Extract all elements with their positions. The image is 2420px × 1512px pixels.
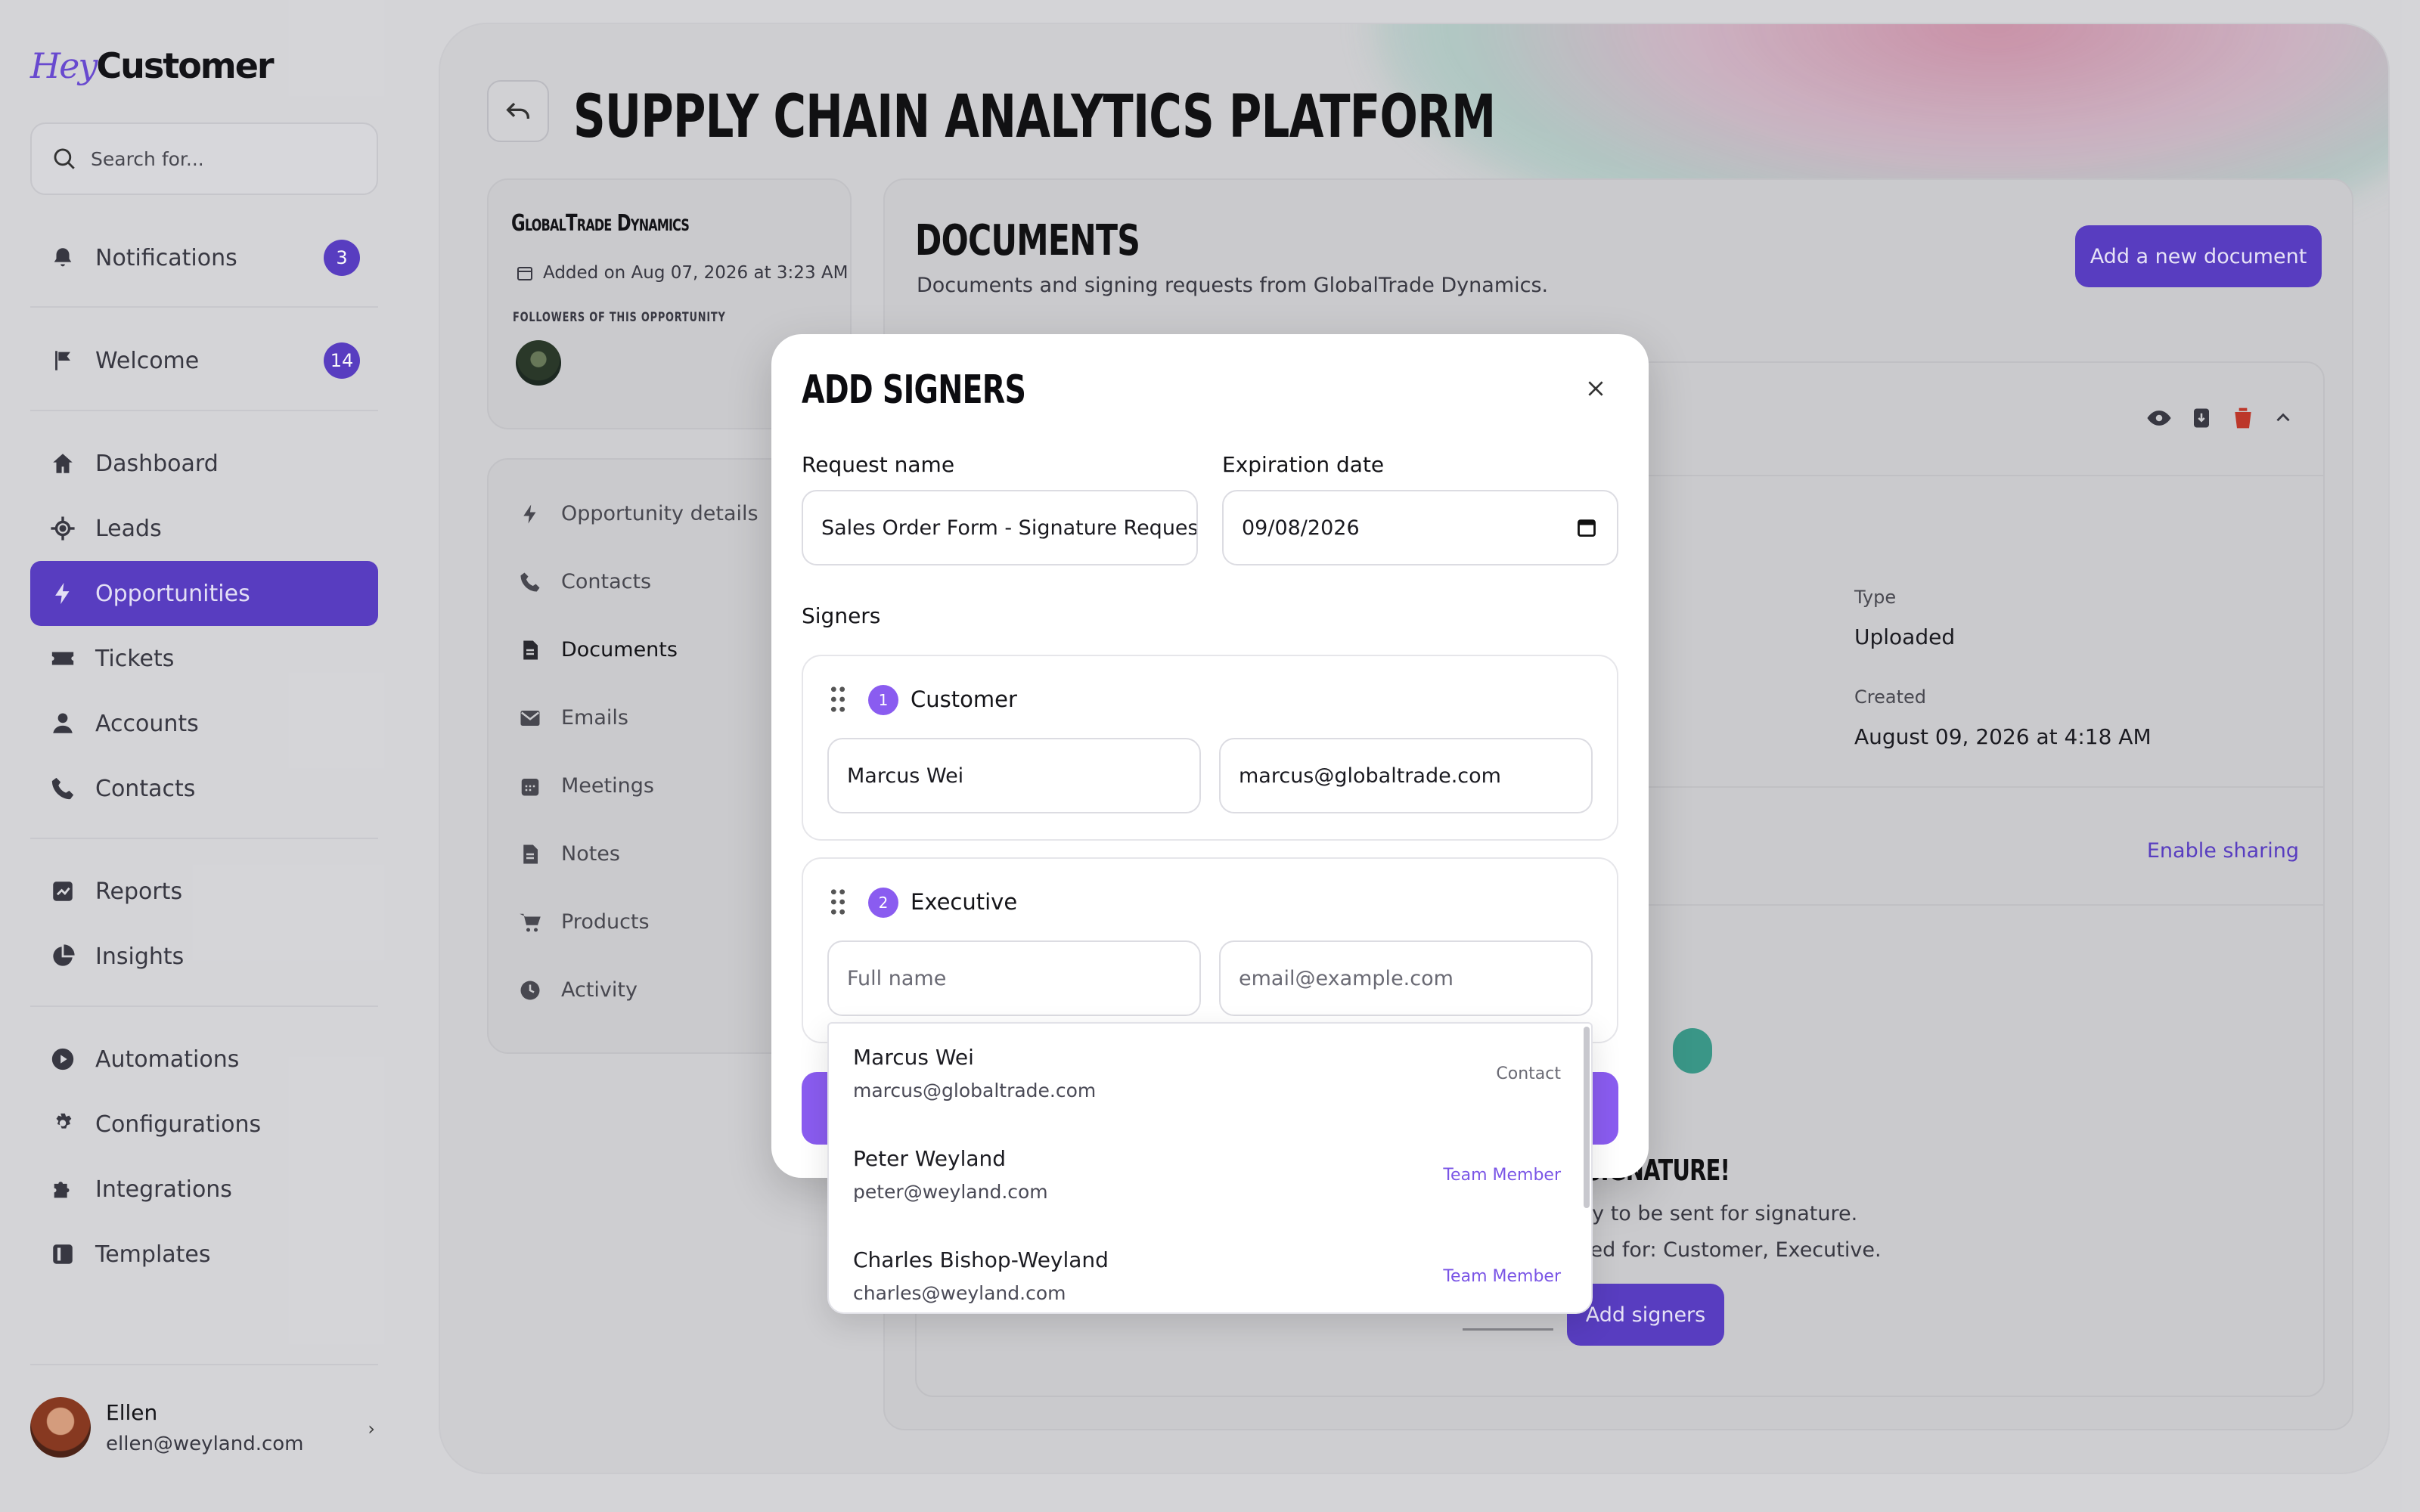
suggestion-tag: Team Member <box>1443 1166 1561 1185</box>
suggestion-name: Peter Weyland <box>853 1146 1007 1171</box>
drag-handle-icon[interactable] <box>830 686 845 712</box>
signer-email-input[interactable] <box>1219 940 1593 1016</box>
signer-email-input[interactable] <box>1219 738 1593 813</box>
close-icon <box>1588 381 1603 396</box>
suggestion-email: peter@weyland.com <box>853 1181 1048 1203</box>
request-name-input[interactable] <box>802 490 1198 565</box>
signer-suggestions-dropdown: Marcus Wei marcus@globaltrade.com Contac… <box>827 1022 1593 1314</box>
modal-title: ADD SIGNERS <box>802 367 1026 413</box>
suggestion-tag: Team Member <box>1443 1267 1561 1286</box>
suggestion-tag: Contact <box>1496 1064 1561 1083</box>
step-number-badge: 1 <box>868 685 898 715</box>
suggestion-option[interactable]: Charles Bishop-Weyland charles@weyland.c… <box>829 1226 1585 1312</box>
expiration-date-label: Expiration date <box>1222 452 1385 477</box>
request-name-label: Request name <box>802 452 955 477</box>
signer-role: Executive <box>911 889 1018 915</box>
calendar-icon[interactable] <box>1576 517 1597 538</box>
signer-role: Customer <box>911 686 1017 712</box>
suggestion-option[interactable]: Marcus Wei marcus@globaltrade.com Contac… <box>829 1024 1585 1125</box>
drag-handle-icon[interactable] <box>830 889 845 915</box>
suggestion-email: charles@weyland.com <box>853 1282 1066 1304</box>
close-button[interactable] <box>1579 372 1612 405</box>
expiration-date-value: 09/08/2026 <box>1242 516 1360 540</box>
signer-card-customer: 1 Customer <box>802 655 1618 841</box>
signer-name-input[interactable] <box>827 940 1201 1016</box>
signer-card-executive: 2 Executive <box>802 857 1618 1043</box>
suggestion-email: marcus@globaltrade.com <box>853 1080 1097 1101</box>
signer-name-input[interactable] <box>827 738 1201 813</box>
suggestion-option[interactable]: Peter Weyland peter@weyland.com Team Mem… <box>829 1125 1585 1226</box>
signers-label: Signers <box>802 603 881 628</box>
suggestion-name: Marcus Wei <box>853 1045 974 1070</box>
expiration-date-input[interactable]: 09/08/2026 <box>1222 490 1618 565</box>
step-number-badge: 2 <box>868 888 898 918</box>
suggestion-name: Charles Bishop-Weyland <box>853 1247 1109 1272</box>
